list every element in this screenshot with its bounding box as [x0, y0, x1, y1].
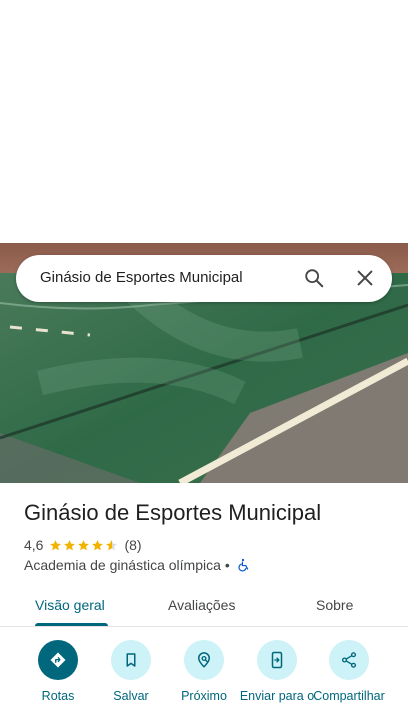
review-count: (8) — [124, 537, 142, 553]
search-input[interactable]: Ginásio de Esportes Municipal — [40, 269, 243, 286]
tab-bar: Visão geral Avaliações Sobre — [0, 587, 408, 627]
send-to-phone-button-circle[interactable] — [257, 640, 297, 680]
share-label: Compartilhar — [313, 689, 385, 703]
nearby-icon — [197, 652, 211, 668]
rating-value: 4,6 — [24, 537, 44, 553]
save-button[interactable]: Salvar — [91, 640, 171, 703]
star-icon — [78, 539, 90, 550]
star-icon — [92, 539, 104, 550]
search-bar[interactable]: Ginásio de Esportes Municipal — [16, 255, 392, 302]
save-label: Salvar — [113, 689, 149, 703]
half-star-icon — [106, 539, 118, 550]
blank-area — [0, 0, 408, 243]
directions-button[interactable]: Rotas — [18, 640, 98, 703]
star-rating — [49, 539, 118, 552]
place-title: Ginásio de Esportes Municipal — [24, 500, 322, 525]
star-icon — [50, 539, 62, 550]
save-button-circle[interactable] — [111, 640, 151, 680]
directions-button-circle[interactable] — [38, 640, 78, 680]
star-icon — [64, 539, 76, 550]
share-button-circle[interactable] — [329, 640, 369, 680]
place-category: Academia de ginástica olímpica — [24, 557, 221, 573]
close-icon[interactable] — [354, 267, 376, 289]
directions-label: Rotas — [41, 689, 75, 703]
share-icon — [341, 652, 357, 668]
rating-row[interactable]: 4,6 (8) — [24, 536, 142, 554]
send-to-phone-icon — [271, 651, 283, 669]
nearby-button-circle[interactable] — [184, 640, 224, 680]
nearby-button[interactable]: Próximo — [164, 640, 244, 703]
tab-reviews[interactable]: Avaliações — [168, 597, 235, 613]
send-to-phone-button[interactable]: Enviar para o — [237, 640, 317, 703]
nearby-label: Próximo — [181, 689, 227, 703]
category-row: Academia de ginástica olímpica • — [24, 556, 250, 574]
share-button[interactable]: Compartilhar — [309, 640, 389, 703]
wheelchair-accessible-icon — [238, 558, 249, 572]
bookmark-icon — [126, 653, 136, 667]
active-tab-indicator — [35, 623, 108, 626]
tab-overview[interactable]: Visão geral — [35, 597, 105, 613]
action-bar: Rotas Salvar Próximo Enviar para o Compa… — [0, 640, 408, 726]
tab-about[interactable]: Sobre — [316, 597, 353, 613]
search-icon[interactable] — [303, 267, 325, 289]
directions-icon — [50, 652, 66, 668]
send-to-phone-label: Enviar para o — [239, 689, 315, 703]
separator-dot: • — [224, 557, 230, 573]
